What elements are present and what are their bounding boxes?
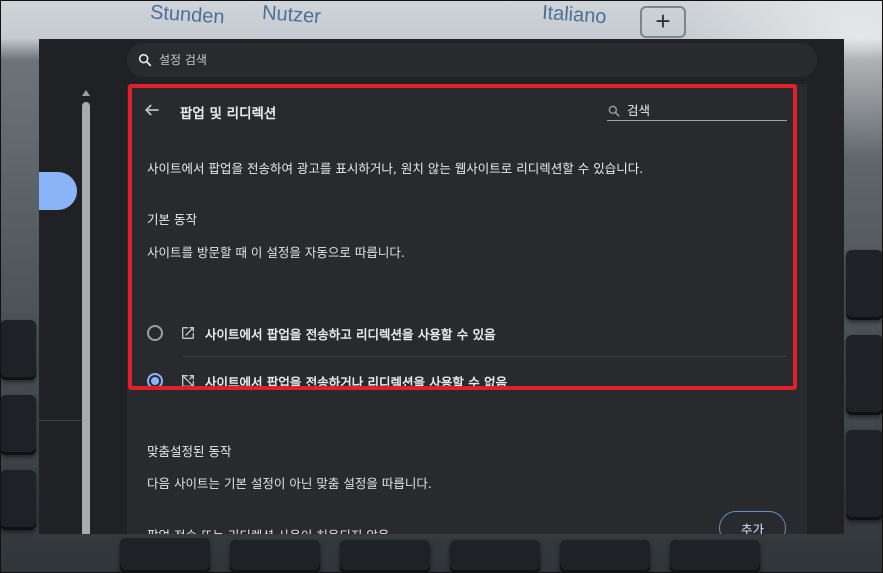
background-key [0, 320, 36, 380]
sidebar-selected-item[interactable] [39, 172, 77, 210]
open-in-new-icon [182, 327, 194, 339]
settings-search-input[interactable] [159, 53, 759, 67]
option-allow-popups[interactable]: 사이트에서 팝업을 전송하고 리디렉션을 사용할 수 있음 [137, 309, 787, 357]
radio-allow-popups[interactable] [147, 325, 163, 341]
block-list-label: 팝업 전송 또는 리디렉션 사용이 허용되지 않음 [147, 525, 389, 534]
background-text: Italiano [541, 1, 608, 29]
default-behavior-subtext: 사이트를 방문할 때 이 설정을 자동으로 따릅니다. [147, 245, 405, 260]
arrow-back-icon[interactable] [142, 100, 162, 120]
page-description: 사이트에서 팝업을 전송하여 광고를 표시하거나, 원치 않는 웹사이트로 리디… [147, 161, 644, 176]
background-key [340, 540, 430, 573]
option-block-popups-label: 사이트에서 팝업을 전송하거나 리디렉션을 사용할 수 없음 [205, 374, 508, 390]
open-in-new-off-icon [181, 374, 195, 388]
search-icon [608, 105, 620, 116]
search-icon [138, 53, 152, 67]
add-site-button[interactable]: 추가 [719, 511, 786, 534]
sidebar-divider [39, 420, 84, 421]
background-text: Nutzer [261, 1, 322, 29]
background-key [560, 540, 650, 573]
background-key [120, 538, 210, 573]
radio-block-popups[interactable] [147, 373, 163, 389]
page-title: 팝업 및 리디렉션 [180, 106, 277, 122]
page-search-field[interactable] [607, 101, 787, 121]
scroll-up-arrow-icon[interactable] [82, 90, 90, 96]
settings-search-bar[interactable] [127, 43, 817, 77]
option-block-popups[interactable]: 사이트에서 팝업을 전송하거나 리디렉션을 사용할 수 없음 [137, 357, 787, 405]
background-key [230, 540, 320, 573]
custom-behavior-heading: 맞춤설정된 동작 [147, 444, 232, 459]
scrollbar-thumb[interactable] [82, 102, 90, 534]
background-key [846, 335, 883, 415]
option-allow-popups-label: 사이트에서 팝업을 전송하고 리디렉션을 사용할 수 있음 [205, 326, 496, 342]
background-key [0, 470, 36, 530]
default-behavior-heading: 기본 동작 [147, 212, 197, 227]
scrollbar[interactable] [81, 90, 91, 534]
background-key [0, 395, 36, 455]
background-key [846, 430, 883, 520]
custom-behavior-subtext: 다음 사이트는 기본 설정이 아닌 맞춤 설정을 따릅니다. [147, 476, 432, 491]
settings-window: 팝업 및 리디렉션 사이트에서 팝업을 전송하여 광고를 표시하거나, 원치 않… [39, 39, 844, 534]
popups-redirects-page: 팝업 및 리디렉션 사이트에서 팝업을 전송하여 광고를 표시하거나, 원치 않… [127, 84, 807, 534]
background-key [670, 540, 760, 573]
background-key [846, 250, 883, 320]
background-key [450, 540, 540, 573]
background-plus-key: + [640, 6, 686, 38]
page-search-input[interactable] [627, 103, 777, 118]
